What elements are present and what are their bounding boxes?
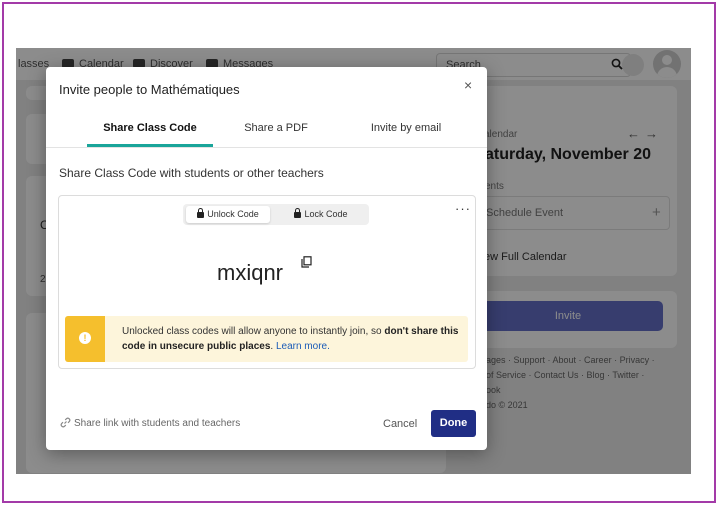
close-icon[interactable]: × — [464, 77, 472, 93]
done-button[interactable]: Done — [431, 410, 476, 437]
unlock-icon — [197, 208, 205, 218]
invite-tabs: Share Class Code Share a PDF Invite by e… — [46, 115, 487, 143]
copy-icon[interactable] — [301, 256, 312, 268]
lock-icon — [294, 208, 302, 218]
unlocked-code-warning: ! Unlocked class codes will allow anyone… — [65, 316, 468, 362]
share-subheading: Share Class Code with students or other … — [59, 166, 324, 180]
class-code: mxiqnr — [217, 260, 284, 285]
warning-accent-bar: ! — [65, 316, 105, 362]
more-options-icon[interactable]: ··· — [455, 201, 471, 216]
tab-divider — [46, 147, 487, 148]
link-icon — [60, 417, 71, 428]
tab-invite-by-email[interactable]: Invite by email — [351, 115, 461, 143]
lock-code-option[interactable]: Lock Code — [279, 206, 363, 223]
class-code-panel: Unlock Code Lock Code ··· mxiqnr ! Unloc… — [58, 195, 476, 369]
share-link-button[interactable]: Share link with students and teachers — [60, 417, 240, 429]
learn-more-link[interactable]: Learn more. — [276, 341, 330, 352]
info-icon: ! — [79, 332, 91, 344]
tab-share-class-code[interactable]: Share Class Code — [87, 115, 213, 143]
warning-text: Unlocked class codes will allow anyone t… — [122, 326, 459, 352]
tab-share-pdf[interactable]: Share a PDF — [226, 115, 326, 143]
lock-toggle: Unlock Code Lock Code — [183, 204, 369, 225]
cancel-button[interactable]: Cancel — [383, 418, 417, 430]
invite-modal: Invite people to Mathématiques × Share C… — [46, 67, 487, 450]
unlock-code-option[interactable]: Unlock Code — [186, 206, 270, 223]
modal-title: Invite people to Mathématiques — [59, 82, 240, 97]
